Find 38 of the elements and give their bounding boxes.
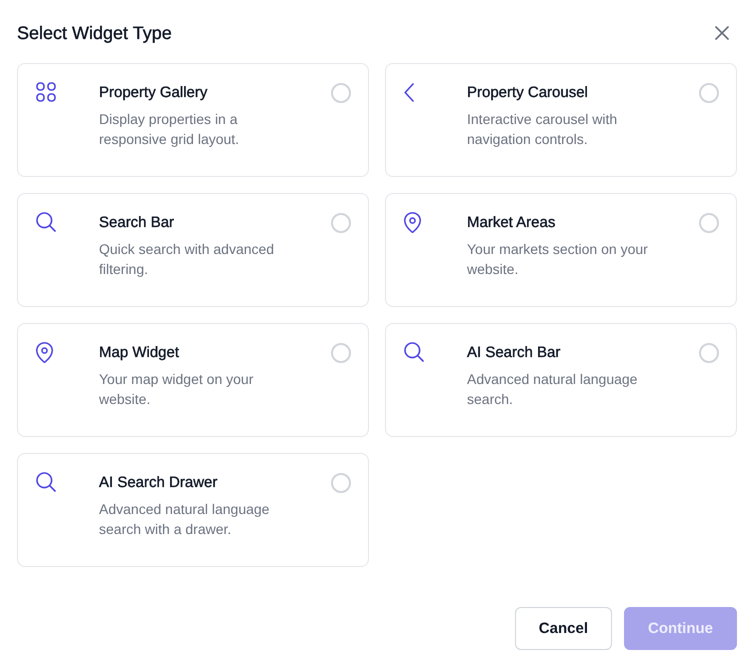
widget-title: AI Search Drawer xyxy=(99,473,218,493)
radio-button[interactable] xyxy=(699,343,719,363)
widget-card[interactable]: AI Search Bar Advanced natural language search. xyxy=(385,323,737,437)
search-icon xyxy=(404,342,424,362)
widget-description: Your markets section on your website. xyxy=(467,240,649,279)
widget-description: Advanced natural language search. xyxy=(467,370,638,409)
radio-button[interactable] xyxy=(699,83,719,103)
widget-description: Interactive carousel with navigation controls. xyxy=(467,110,618,149)
radio-button[interactable] xyxy=(331,213,351,233)
widget-card[interactable]: Search Bar Quick search with advanced filtering. xyxy=(17,193,369,307)
widget-title: AI Search Bar xyxy=(467,343,562,363)
widget-description: Quick search with advanced filtering. xyxy=(99,240,276,279)
cancel-button[interactable]: Cancel xyxy=(514,607,612,650)
widget-title: Property Gallery xyxy=(99,83,208,103)
radio-button[interactable] xyxy=(331,343,351,363)
radio-button[interactable] xyxy=(699,213,719,233)
widget-card[interactable]: AI Search Drawer Advanced natural language search with a drawer. xyxy=(17,453,369,567)
map-pin-icon xyxy=(36,342,53,362)
radio-button[interactable] xyxy=(331,83,351,103)
widget-title: Market Areas xyxy=(467,213,556,233)
search-icon xyxy=(36,472,56,492)
widget-title: Search Bar xyxy=(99,213,176,233)
widget-card[interactable]: Map Widget Your map widget on your website. xyxy=(17,323,369,437)
map-pin-icon xyxy=(404,212,421,232)
widget-description: Advanced natural language search with a drawer. xyxy=(99,500,270,539)
widget-title: Map Widget xyxy=(99,343,180,363)
widget-card[interactable]: Market Areas Your markets section on your website. xyxy=(385,193,737,307)
widget-title: Property Carousel xyxy=(467,83,589,103)
widget-description: Your map widget on your website. xyxy=(99,370,254,409)
grid-icon xyxy=(36,82,56,102)
chevron-left-icon xyxy=(404,82,414,102)
radio-button[interactable] xyxy=(331,473,351,493)
dialog-title: Select Widget Type xyxy=(17,22,172,45)
widget-card[interactable]: Property Carousel Interactive carousel with navigation controls. xyxy=(385,63,737,177)
widget-description: Display properties in a responsive grid layout. xyxy=(99,110,240,149)
close-icon xyxy=(715,26,729,40)
search-icon xyxy=(36,212,56,232)
widget-card[interactable]: Property Gallery Display properties in a responsive grid layout. xyxy=(17,63,369,177)
